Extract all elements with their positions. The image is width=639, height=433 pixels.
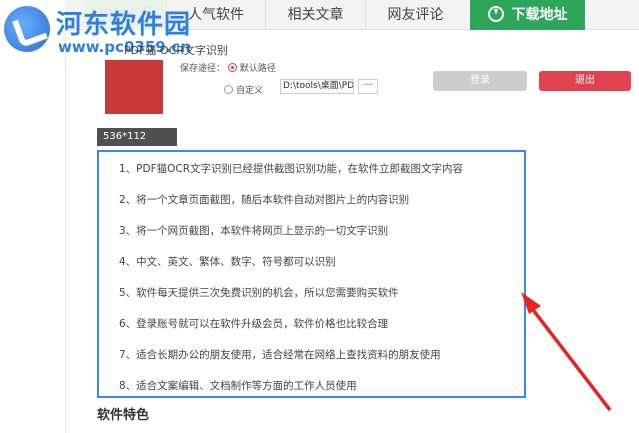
feature-item: 6、登录账号就可以在软件升级会员，软件价格也比较合理 — [119, 318, 389, 330]
radio-custom-icon[interactable] — [224, 85, 233, 94]
custom-path-row: 自定义 — [224, 83, 263, 96]
feature-item: 7、适合长期办公的朋友使用，适合经常在网络上查找资料的朋友使用 — [119, 349, 441, 361]
capture-dimension-label: 536*112 — [97, 128, 177, 146]
feature-item: 1、PDF猫OCR文字识别已经提供截图识别功能，在软件立即截图文字内容 — [119, 163, 464, 175]
app-subtitle: PDF猫 OCR文字识别 — [124, 44, 228, 57]
tab-related[interactable]: 相关文章 — [265, 0, 365, 30]
save-path-input[interactable]: D:\tools\桌面\PDF猫 — [280, 79, 354, 94]
watermark-name: 河东软件园 — [56, 10, 192, 40]
download-icon — [487, 6, 504, 22]
section-title: 软件特色 — [97, 408, 150, 423]
default-path-option[interactable]: 默认路径 — [240, 64, 276, 74]
arrow-shaft — [525, 300, 612, 412]
exit-button[interactable]: 退出 — [539, 71, 631, 91]
tab-download[interactable]: 下载地址 — [470, 0, 585, 30]
tab-comments[interactable]: 网友评论 — [365, 0, 465, 30]
custom-path-option[interactable]: 自定义 — [236, 86, 263, 96]
app-thumbnail — [105, 60, 163, 114]
feature-item: 2、将一个文章页面截图，随后本软件自动对图片上的内容识别 — [119, 194, 410, 206]
feature-item: 5、软件每天提供三次免费识别的机会，所以您需要购买软件 — [119, 287, 399, 299]
feature-item: 8、适合文案编辑、文档制作等方面的工作人员使用 — [119, 380, 357, 392]
feature-list: 1、PDF猫OCR文字识别已经提供截图识别功能，在软件立即截图文字内容 2、将一个… — [119, 158, 463, 406]
save-path-label: 保存途径： — [180, 64, 226, 74]
tab-download-label: 下载地址 — [511, 7, 568, 23]
content-divider — [65, 30, 66, 433]
feature-item: 4、中文、英文、繁体、数字、符号都可以识别 — [119, 256, 336, 268]
logo-icon — [4, 6, 50, 52]
feature-item: 3、将一个网页截图，本软件将网页上显示的一切文字识别 — [119, 225, 389, 237]
save-path-row: 保存途径： 默认路径 — [180, 61, 276, 74]
browse-button[interactable]: ··· — [358, 79, 378, 94]
radio-default-icon[interactable] — [227, 63, 237, 72]
screenshot-selection-box[interactable]: 1、PDF猫OCR文字识别已经提供截图识别功能，在软件立即截图文字内容 2、将一个… — [97, 150, 526, 398]
login-button[interactable]: 登录 — [433, 71, 527, 91]
